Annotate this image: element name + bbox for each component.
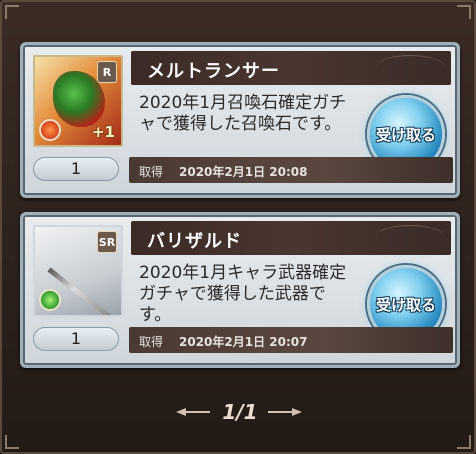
item-name: バリザルド: [147, 231, 242, 252]
prev-page-arrow-icon[interactable]: [176, 408, 210, 416]
item-title-bar: バリザルド: [131, 221, 451, 255]
page-indicator: 1/1: [222, 400, 258, 424]
obtained-info-bar: 取得 2020年2月1日 20:08: [129, 157, 453, 183]
rarity-badge: R: [97, 61, 117, 83]
title-ornament: [375, 225, 445, 251]
wind-element-icon: [39, 289, 61, 311]
weapon-thumbnail[interactable]: SR: [33, 225, 123, 317]
corner-ornament: [457, 5, 471, 19]
corner-ornament: [5, 435, 19, 449]
gift-box-panel: R +1 メルトランサー 2020年1月召喚石確定ガチャで獲得した召喚石です。 …: [0, 0, 476, 454]
item-title-bar: メルトランサー: [131, 51, 451, 85]
uncap-level: +1: [91, 123, 115, 141]
rarity-badge: SR: [97, 231, 117, 253]
gift-item-card: R +1 メルトランサー 2020年1月召喚石確定ガチャで獲得した召喚石です。 …: [20, 42, 460, 198]
item-description: 2020年1月召喚石確定ガチャで獲得した召喚石です。: [139, 93, 347, 134]
obtained-info-bar: 取得 2020年2月1日 20:07: [129, 327, 453, 353]
next-page-arrow-icon[interactable]: [268, 408, 302, 416]
obtained-label: 取得: [139, 335, 164, 349]
title-ornament: [375, 55, 445, 81]
summon-thumbnail[interactable]: R +1: [33, 55, 123, 147]
corner-ornament: [5, 5, 19, 19]
gift-item-card: SR バリザルド 2020年1月キャラ武器確定ガチャで獲得した武器です。 受け取…: [20, 212, 460, 368]
obtained-date: 2020年2月1日 20:07: [179, 335, 308, 349]
item-name: メルトランサー: [147, 61, 280, 82]
pagination: 1/1: [2, 398, 476, 428]
receive-button-label: 受け取る: [375, 126, 436, 144]
item-description: 2020年1月キャラ武器確定ガチャで獲得した武器です。: [139, 263, 347, 325]
quantity-display: 1: [33, 327, 119, 351]
corner-ornament: [457, 435, 471, 449]
quantity-display: 1: [33, 157, 119, 181]
fire-element-icon: [39, 119, 61, 141]
receive-button-label: 受け取る: [375, 296, 436, 314]
obtained-date: 2020年2月1日 20:08: [179, 165, 308, 179]
obtained-label: 取得: [139, 165, 164, 179]
